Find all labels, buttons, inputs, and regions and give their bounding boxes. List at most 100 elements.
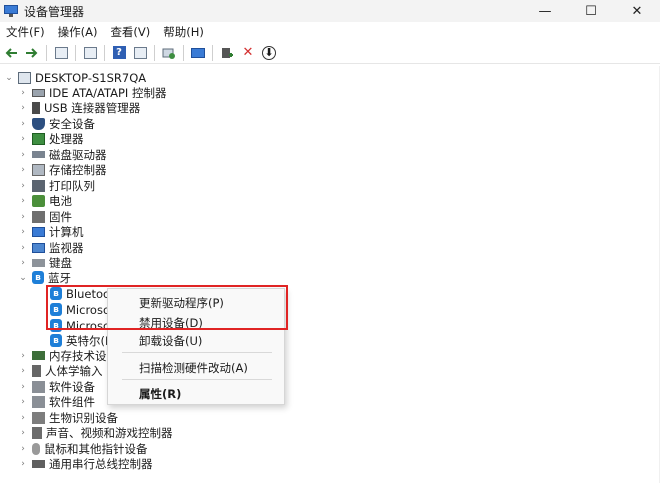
chevron-down-icon[interactable]: ⌄ [4, 73, 14, 83]
chevron-right-icon[interactable]: › [18, 428, 28, 438]
menu-disable-device[interactable]: 禁用设备(D) [139, 315, 203, 331]
category-label: 生物识别设备 [49, 410, 118, 425]
chevron-right-icon[interactable]: › [18, 88, 28, 98]
tree-category[interactable]: › 键盘 [18, 255, 72, 270]
chevron-right-icon[interactable]: › [18, 227, 28, 237]
tree-category-bluetooth[interactable]: ⌄ ʙ 蓝牙 [18, 270, 71, 285]
computer-icon [32, 226, 45, 237]
bluetooth-icon: ʙ [32, 271, 44, 284]
help-icon[interactable]: ? [110, 44, 128, 62]
chevron-right-icon[interactable]: › [18, 119, 28, 129]
tree-category[interactable]: › 安全设备 [18, 116, 95, 131]
menu-action[interactable]: 操作(A) [58, 24, 105, 40]
tree-category[interactable]: › 生物识别设备 [18, 410, 118, 425]
chevron-right-icon[interactable]: › [18, 459, 28, 469]
chevron-right-icon[interactable]: › [18, 181, 28, 191]
chevron-right-icon[interactable]: › [18, 351, 28, 361]
bluetooth-device[interactable]: ʙ Microsof [50, 318, 114, 333]
printer-icon [32, 179, 45, 192]
forward-arrow-icon[interactable] [23, 44, 41, 62]
menu-update-driver[interactable]: 更新驱动程序(P) [139, 295, 224, 311]
software-component-icon [32, 395, 45, 408]
tree-category[interactable]: › 打印队列 [18, 178, 95, 193]
usb-icon [32, 101, 40, 114]
menu-uninstall-device[interactable]: 卸载设备(U) [139, 333, 202, 349]
window-title: 设备管理器 [24, 4, 85, 19]
uninstall-x-icon[interactable]: ✕ [239, 44, 257, 62]
minimize-button[interactable]: — [522, 0, 568, 22]
bluetooth-icon: ʙ [50, 303, 62, 316]
chevron-down-icon[interactable]: ⌄ [18, 273, 28, 283]
category-label: 存储控制器 [49, 162, 107, 177]
chevron-right-icon[interactable]: › [18, 397, 28, 407]
toolbar-separator [75, 44, 76, 61]
computer-icon [18, 71, 31, 84]
tree-category[interactable]: › 电池 [18, 193, 72, 208]
tree-category[interactable]: › 鼠标和其他指针设备 [18, 441, 147, 456]
tree-category[interactable]: › IDE ATA/ATAPI 控制器 [18, 85, 166, 100]
category-label: 处理器 [49, 131, 84, 146]
tree-root[interactable]: ⌄ DESKTOP-S1SR7QA [4, 70, 146, 85]
menu-file[interactable]: 文件(F) [6, 24, 52, 40]
menu-scan-hardware[interactable]: 扫描检测硬件改动(A) [139, 360, 248, 376]
back-arrow-icon[interactable] [2, 44, 20, 62]
bluetooth-device[interactable]: ʙ 英特尔(F [50, 333, 112, 348]
toolbar-separator [104, 44, 105, 61]
toolbar-separator [46, 44, 47, 61]
computer-monitor-icon[interactable] [189, 44, 207, 62]
chevron-right-icon[interactable]: › [18, 366, 28, 376]
chevron-right-icon[interactable]: › [18, 243, 28, 253]
category-label: 计算机 [49, 224, 84, 239]
chevron-right-icon[interactable]: › [18, 382, 28, 392]
console-tree-icon[interactable] [131, 44, 149, 62]
menu-view[interactable]: 查看(V) [110, 24, 157, 40]
maximize-button[interactable]: ☐ [568, 0, 614, 22]
category-label: 通用串行总线控制器 [49, 456, 153, 471]
tree-category[interactable]: › 通用串行总线控制器 [18, 456, 153, 471]
category-label: 软件设备 [49, 379, 95, 394]
chevron-right-icon[interactable]: › [18, 212, 28, 222]
tree-category[interactable]: › 软件设备 [18, 379, 95, 394]
category-label: 软件组件 [49, 394, 95, 409]
chevron-right-icon[interactable]: › [18, 413, 28, 423]
category-label: 监视器 [49, 240, 84, 255]
tree-category[interactable]: › 软件组件 [18, 394, 95, 409]
category-label: 内存技术设 [49, 348, 107, 363]
bluetooth-device[interactable]: ʙ Bluetoot [50, 286, 115, 301]
bluetooth-icon: ʙ [50, 287, 62, 300]
bluetooth-device[interactable]: ʙ Microsof [50, 302, 114, 317]
chevron-right-icon[interactable]: › [18, 165, 28, 175]
add-driver-icon[interactable] [218, 44, 236, 62]
menu-help[interactable]: 帮助(H) [163, 24, 211, 40]
category-label: 人体学输入 [45, 363, 103, 378]
properties-icon[interactable] [52, 44, 70, 62]
tree-category[interactable]: › 内存技术设 [18, 348, 107, 363]
chevron-right-icon[interactable]: › [18, 196, 28, 206]
software-device-icon [32, 380, 45, 393]
close-button[interactable]: ✕ [614, 0, 660, 22]
scan-hardware-icon[interactable] [160, 44, 178, 62]
toolbar-separator [154, 44, 155, 61]
tree-category[interactable]: › 监视器 [18, 240, 84, 255]
tree-category[interactable]: › 固件 [18, 209, 72, 224]
chevron-right-icon[interactable]: › [18, 134, 28, 144]
tree-category[interactable]: › 存储控制器 [18, 162, 107, 177]
tree-category[interactable]: › 处理器 [18, 131, 84, 146]
tree-category[interactable]: › 声音、视频和游戏控制器 [18, 425, 172, 440]
chevron-right-icon[interactable]: › [18, 103, 28, 113]
firmware-icon [32, 210, 45, 223]
menu-properties[interactable]: 属性(R) [139, 386, 181, 402]
chevron-right-icon[interactable]: › [18, 150, 28, 160]
update-driver-icon[interactable]: ⬇ [260, 44, 278, 62]
chevron-right-icon[interactable]: › [18, 258, 28, 268]
memory-icon [32, 351, 45, 360]
tree-category[interactable]: › 计算机 [18, 224, 84, 239]
tree-category[interactable]: › USB 连接器管理器 [18, 100, 140, 115]
chevron-right-icon[interactable]: › [18, 444, 28, 454]
monitor-icon [32, 242, 45, 253]
bluetooth-icon: ʙ [50, 334, 62, 347]
tree-category[interactable]: › 磁盘驱动器 [18, 147, 106, 162]
show-hidden-icon[interactable] [81, 44, 99, 62]
storage-icon [32, 163, 45, 176]
tree-category[interactable]: › 人体学输入 [18, 363, 103, 378]
